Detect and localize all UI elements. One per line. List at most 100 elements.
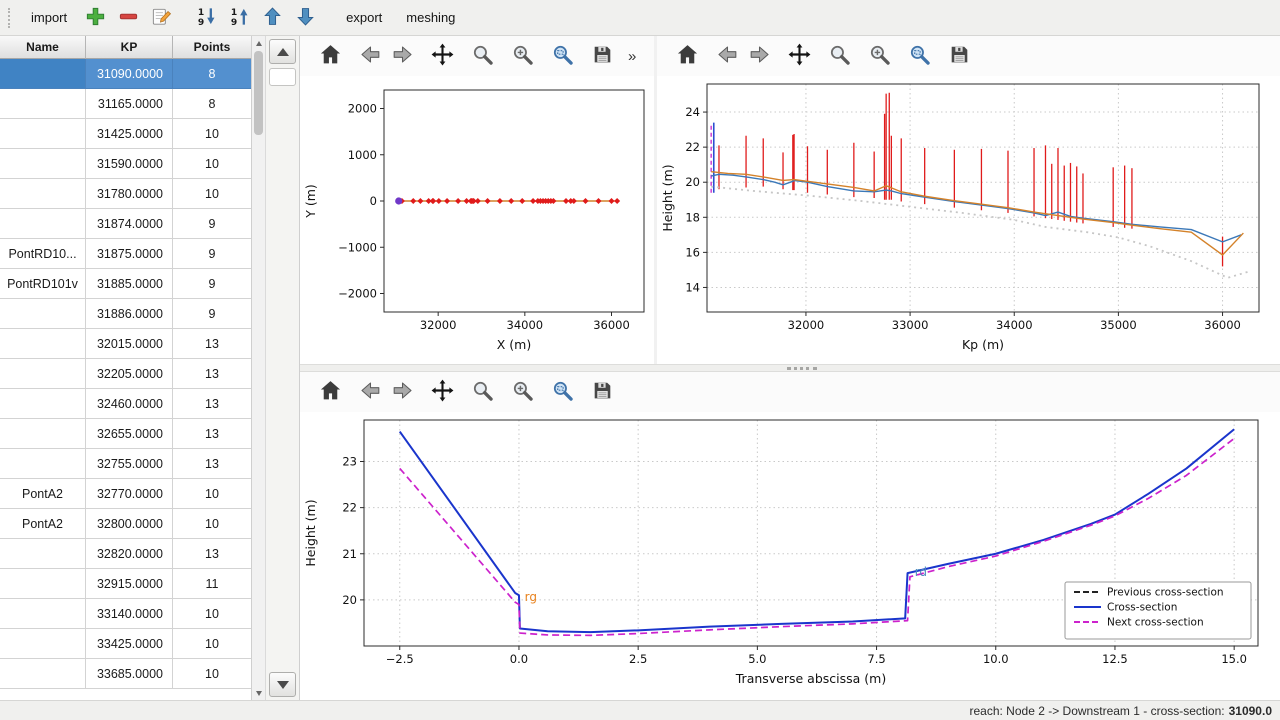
cell-points[interactable]: 10	[173, 599, 252, 629]
table-row[interactable]: 32755.000013	[0, 449, 251, 479]
cell-points[interactable]: 13	[173, 329, 252, 359]
table-row[interactable]: 33685.000010	[0, 659, 251, 689]
cell-points[interactable]: 11	[173, 569, 252, 599]
zoom-button[interactable]	[823, 40, 855, 72]
cell-kp[interactable]: 31875.0000	[86, 239, 173, 269]
cell-name[interactable]	[0, 569, 86, 599]
column-header-points[interactable]: Points	[173, 36, 252, 59]
cell-name[interactable]: PontA2	[0, 479, 86, 509]
cell-kp[interactable]: 32915.0000	[86, 569, 173, 599]
zoom-select-button[interactable]	[863, 40, 895, 72]
page-up-button[interactable]	[269, 39, 296, 64]
move-up-button[interactable]	[259, 4, 286, 31]
table-row[interactable]: PontRD101v31885.00009	[0, 269, 251, 299]
remove-button[interactable]	[115, 4, 142, 31]
cell-points[interactable]: 9	[173, 209, 252, 239]
back-button[interactable]	[354, 376, 386, 408]
table-row[interactable]: PontA232770.000010	[0, 479, 251, 509]
zoom-button[interactable]	[466, 40, 498, 72]
cell-kp[interactable]: 31590.0000	[86, 149, 173, 179]
zoom-region-button[interactable]	[546, 40, 578, 72]
cell-points[interactable]: 8	[173, 89, 252, 119]
cell-kp[interactable]: 31886.0000	[86, 299, 173, 329]
cell-kp[interactable]: 31425.0000	[86, 119, 173, 149]
table-row[interactable]: 32205.000013	[0, 359, 251, 389]
cell-name[interactable]	[0, 359, 86, 389]
cell-points[interactable]: 13	[173, 359, 252, 389]
cell-kp[interactable]: 31874.0000	[86, 209, 173, 239]
cell-kp[interactable]: 32820.0000	[86, 539, 173, 569]
cell-name[interactable]	[0, 329, 86, 359]
cell-kp[interactable]: 32800.0000	[86, 509, 173, 539]
cell-points[interactable]: 9	[173, 269, 252, 299]
cell-name[interactable]	[0, 539, 86, 569]
cell-name[interactable]	[0, 389, 86, 419]
cell-kp[interactable]: 31780.0000	[86, 179, 173, 209]
sort-desc-button[interactable]: 19	[193, 4, 220, 31]
save-button[interactable]	[943, 40, 975, 72]
table-row[interactable]: 32015.000013	[0, 329, 251, 359]
cell-name[interactable]	[0, 629, 86, 659]
cell-kp[interactable]: 31090.0000	[86, 59, 173, 89]
edit-button[interactable]	[148, 4, 175, 31]
table-row[interactable]: 32820.000013	[0, 539, 251, 569]
table-row[interactable]: 31780.000010	[0, 179, 251, 209]
cell-points[interactable]: 8	[173, 59, 252, 89]
cell-name[interactable]	[0, 209, 86, 239]
cell-name[interactable]	[0, 419, 86, 449]
forward-button[interactable]	[386, 376, 418, 408]
toolbar-grip[interactable]	[8, 8, 14, 28]
pager-thumb[interactable]	[269, 68, 296, 86]
cell-name[interactable]	[0, 659, 86, 689]
forward-button[interactable]	[743, 40, 775, 72]
cell-kp[interactable]: 31885.0000	[86, 269, 173, 299]
home-button[interactable]	[671, 40, 703, 72]
section-chart[interactable]: −2.50.02.55.07.510.012.515.020212223Tran…	[300, 412, 1276, 696]
menu-import[interactable]: import	[22, 6, 76, 29]
table-row[interactable]: 32460.000013	[0, 389, 251, 419]
horizontal-splitter[interactable]	[300, 364, 1280, 372]
cell-kp[interactable]: 32015.0000	[86, 329, 173, 359]
cell-name[interactable]	[0, 449, 86, 479]
zoom-region-button[interactable]	[903, 40, 935, 72]
table-row[interactable]: PontA232800.000010	[0, 509, 251, 539]
table-row[interactable]: 31874.00009	[0, 209, 251, 239]
cell-points[interactable]: 13	[173, 419, 252, 449]
table-row[interactable]: 32655.000013	[0, 419, 251, 449]
scrollbar-thumb[interactable]	[254, 51, 263, 135]
column-header-name[interactable]: Name	[0, 36, 86, 59]
cell-kp[interactable]: 32205.0000	[86, 359, 173, 389]
table-row[interactable]: 32915.000011	[0, 569, 251, 599]
table-row[interactable]: PontRD10...31875.00009	[0, 239, 251, 269]
cell-points[interactable]: 9	[173, 239, 252, 269]
cell-points[interactable]: 13	[173, 539, 252, 569]
back-button[interactable]	[711, 40, 743, 72]
cell-name[interactable]	[0, 59, 86, 89]
cell-points[interactable]: 10	[173, 119, 252, 149]
cell-name[interactable]	[0, 119, 86, 149]
table-row[interactable]: 33140.000010	[0, 599, 251, 629]
save-button[interactable]	[586, 376, 618, 408]
cell-name[interactable]	[0, 179, 86, 209]
cell-points[interactable]: 10	[173, 509, 252, 539]
add-button[interactable]	[82, 4, 109, 31]
cell-kp[interactable]: 32770.0000	[86, 479, 173, 509]
cell-points[interactable]: 10	[173, 659, 252, 689]
zoom-select-button[interactable]	[506, 40, 538, 72]
home-button[interactable]	[314, 376, 346, 408]
table-row[interactable]: 31090.00008	[0, 59, 251, 89]
cell-kp[interactable]: 32460.0000	[86, 389, 173, 419]
zoom-button[interactable]	[466, 376, 498, 408]
cell-kp[interactable]: 32755.0000	[86, 449, 173, 479]
save-button[interactable]	[586, 40, 618, 72]
toolbar-overflow-chevron[interactable]: »	[628, 48, 636, 65]
cell-points[interactable]: 9	[173, 299, 252, 329]
scrollbar-up-arrow[interactable]	[252, 37, 265, 49]
table-row[interactable]: 31425.000010	[0, 119, 251, 149]
scrollbar-down-arrow[interactable]	[252, 687, 265, 699]
cell-name[interactable]: PontA2	[0, 509, 86, 539]
cell-points[interactable]: 10	[173, 629, 252, 659]
plan-chart[interactable]: 320003400036000−2000−1000010002000X (m)Y…	[300, 76, 654, 364]
cell-points[interactable]: 10	[173, 179, 252, 209]
profile-chart[interactable]: 3200033000340003500036000141618202224Kp …	[657, 76, 1275, 364]
